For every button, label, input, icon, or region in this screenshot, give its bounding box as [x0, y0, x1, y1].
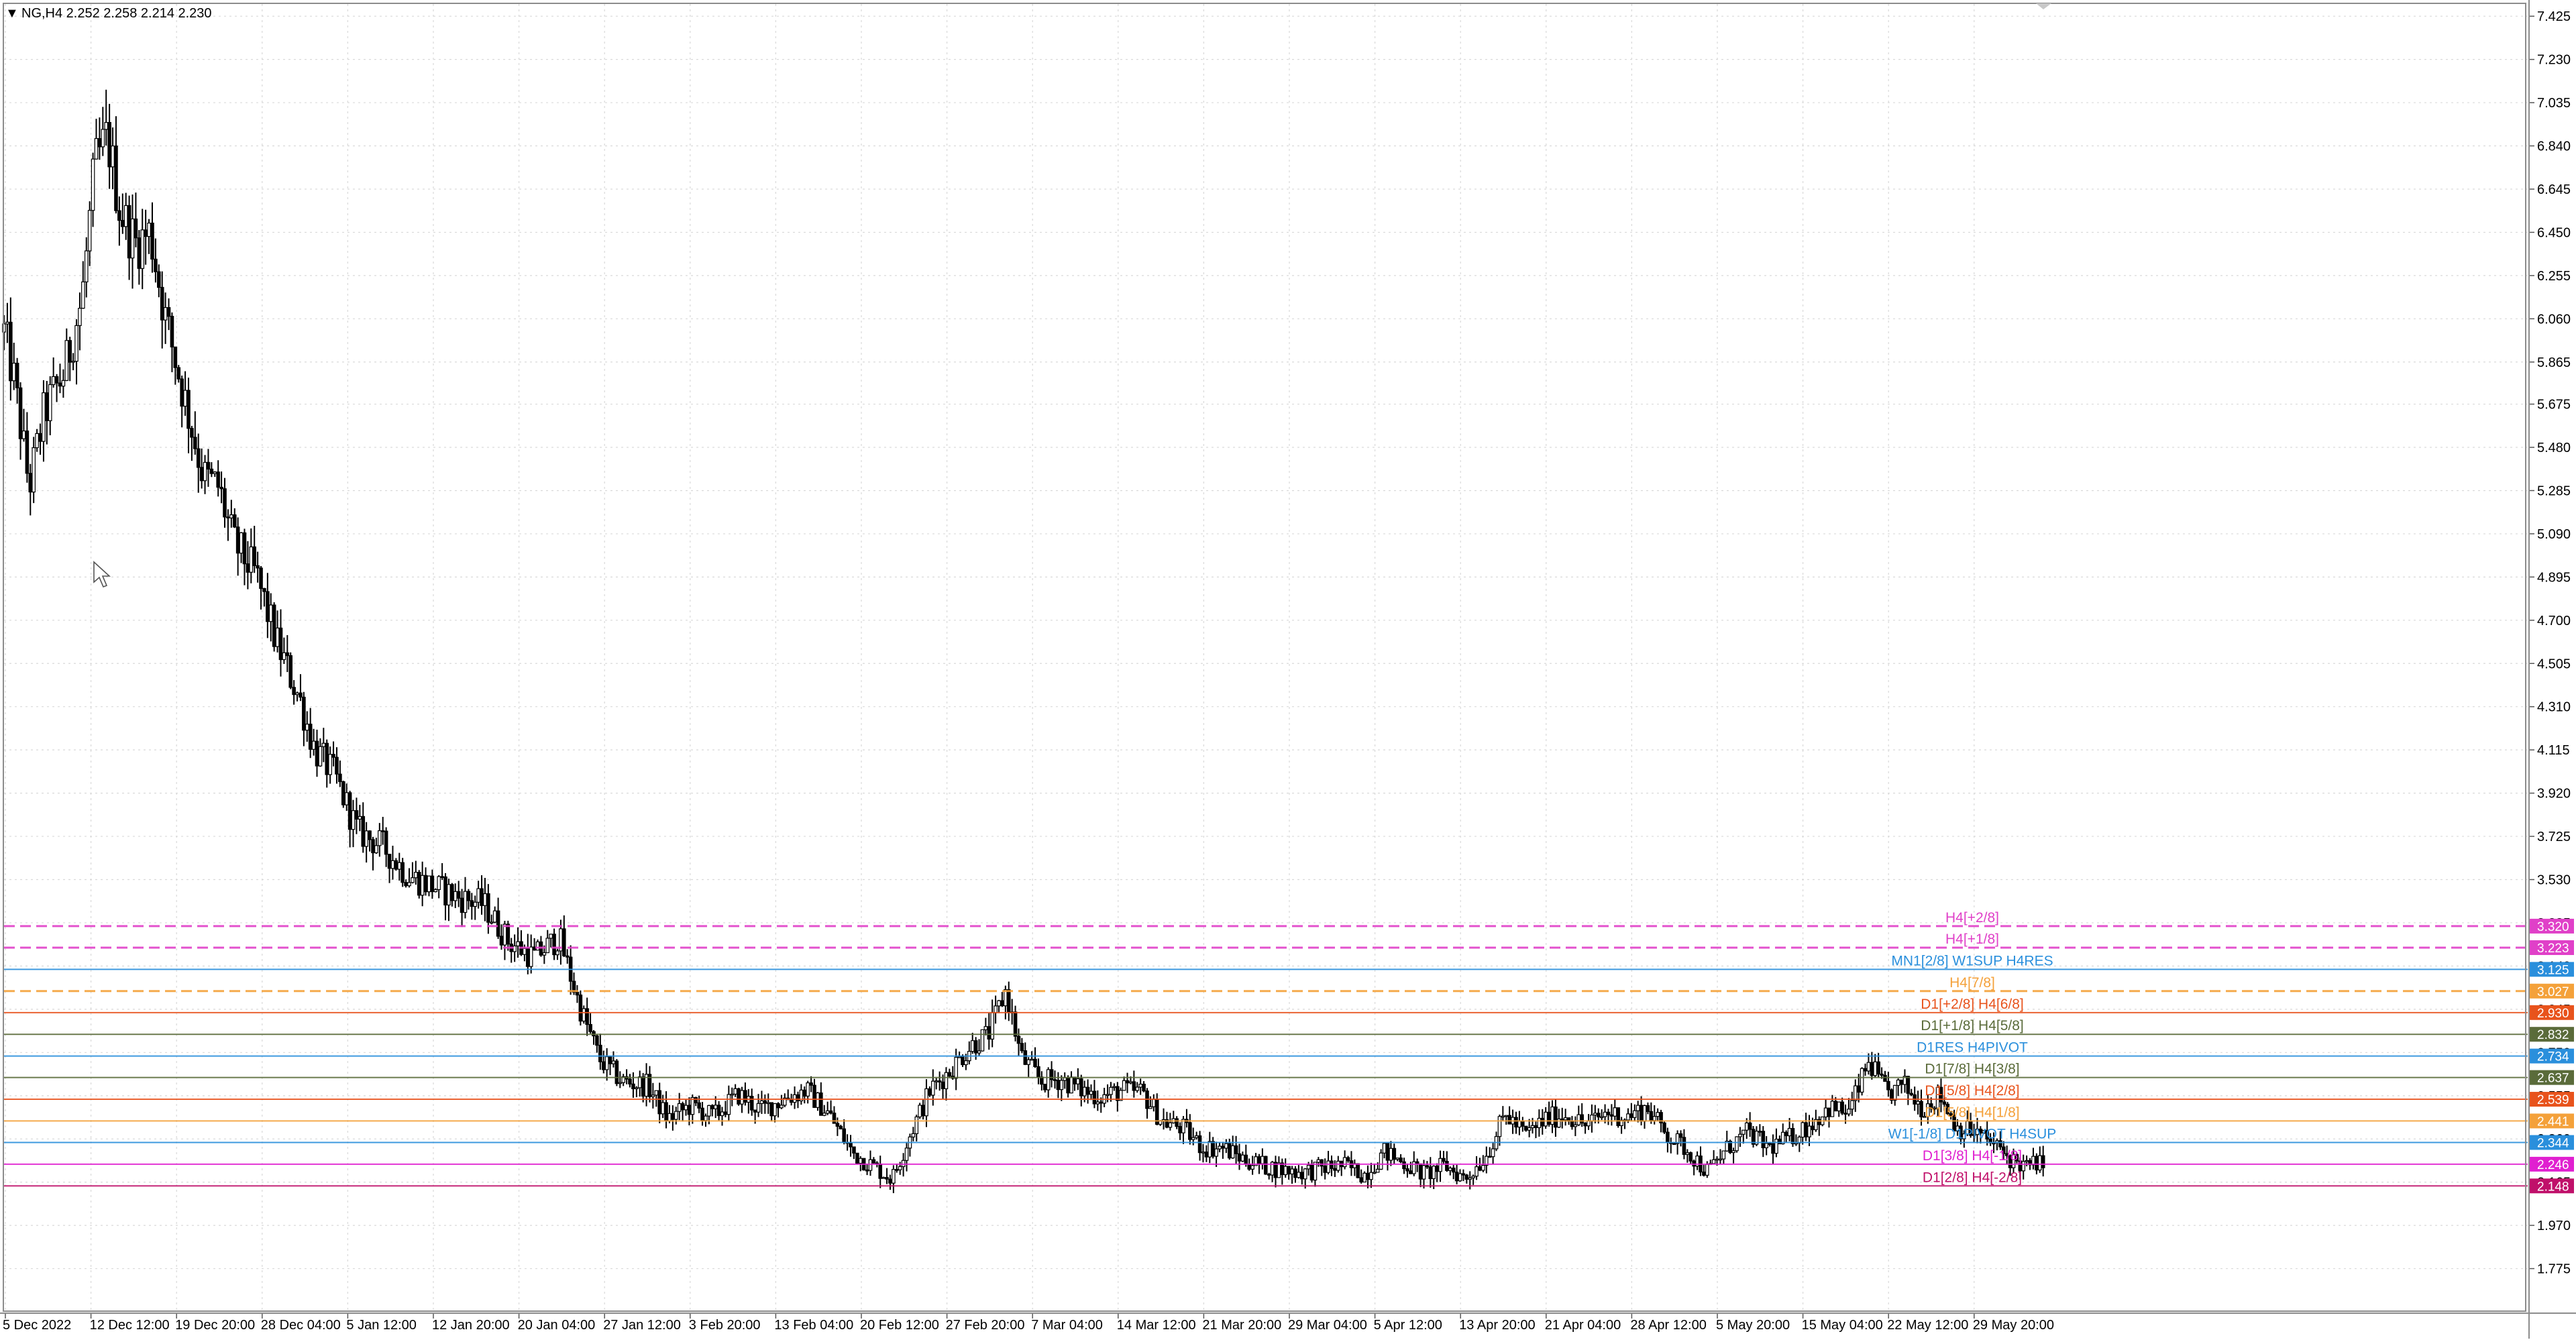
- price-tick-label: 3.530: [2537, 873, 2571, 888]
- time-tick-label: 27 Jan 12:00: [603, 1318, 681, 1333]
- level-label: D1[3/8] H4[-1/8]: [1923, 1148, 2022, 1164]
- price-tick-label: 6.450: [2537, 225, 2571, 240]
- level-label: D1[5/8] H4[1/8]: [1925, 1105, 2019, 1120]
- price-tick-label: 7.035: [2537, 96, 2571, 111]
- level-label: H4[+2/8]: [1945, 910, 1999, 926]
- price-tick-label: 3.725: [2537, 830, 2571, 844]
- time-tick-label: 29 May 20:00: [1973, 1318, 2054, 1333]
- price-badge-label: 2.637: [2537, 1072, 2569, 1086]
- price-tick-label: 4.505: [2537, 657, 2571, 671]
- dropdown-icon[interactable]: ▼: [5, 6, 19, 21]
- time-tick-label: 3 Feb 20:00: [689, 1318, 761, 1333]
- price-tick-label: 6.255: [2537, 269, 2571, 284]
- price-tick-label: 5.090: [2537, 527, 2571, 542]
- time-tick-label: 13 Apr 20:00: [1459, 1318, 1535, 1333]
- time-tick-label: 5 Dec 2022: [3, 1318, 71, 1333]
- time-tick-label: 5 Jan 12:00: [346, 1318, 417, 1333]
- candle: [1735, 1136, 1739, 1153]
- price-tick-label: 6.840: [2537, 139, 2571, 154]
- time-tick-label: 12 Dec 12:00: [90, 1318, 170, 1333]
- time-tick-label: 27 Feb 20:00: [946, 1318, 1025, 1333]
- price-badge-label: 2.832: [2537, 1028, 2569, 1042]
- level-label: D1[5/8] H4[2/8]: [1925, 1083, 2019, 1099]
- price-tick-label: 7.230: [2537, 53, 2571, 68]
- time-tick-label: 13 Feb 04:00: [774, 1318, 853, 1333]
- time-tick-label: 19 Dec 20:00: [175, 1318, 255, 1333]
- level-label: MN1[2/8] W1SUP H4RES: [1891, 953, 2053, 968]
- price-tick-label: 6.645: [2537, 182, 2571, 197]
- price-tick-label: 5.865: [2537, 355, 2571, 370]
- time-tick-label: 21 Apr 04:00: [1545, 1318, 1621, 1333]
- candle: [1263, 1156, 1268, 1175]
- candle: [1362, 1171, 1366, 1183]
- price-chart[interactable]: H4[+2/8] H4[+1/8] MN1[2/8] W1SUP H4RES H4[7…: [0, 0, 2576, 1339]
- level-label: D1[2/8] H4[-2/8]: [1923, 1170, 2022, 1185]
- price-badge-label: 3.027: [2537, 985, 2569, 999]
- level-label: D1[+1/8] H4[5/8]: [1921, 1018, 2024, 1033]
- level-label: D1[7/8] H4[3/8]: [1925, 1062, 2019, 1077]
- candle: [400, 858, 405, 887]
- price-tick-label: 4.115: [2537, 743, 2570, 758]
- time-tick-label: 28 Apr 12:00: [1630, 1318, 1706, 1333]
- candle: [1728, 1139, 1732, 1154]
- price-tick-label: 1.970: [2537, 1219, 2571, 1233]
- level-label: W1[-1/8] D1PIVOT H4SUP: [1888, 1126, 2057, 1141]
- price-badge-label: 3.125: [2537, 963, 2569, 977]
- level-label: D1[+2/8] H4[6/8]: [1921, 997, 2024, 1012]
- price-tick-label: 6.060: [2537, 312, 2571, 327]
- price-badge-label: 2.148: [2537, 1180, 2569, 1194]
- price-badge-label: 2.344: [2537, 1136, 2569, 1150]
- time-tick-label: 7 Mar 04:00: [1031, 1318, 1103, 1333]
- candle: [1860, 1067, 1864, 1096]
- level-label: H4[+1/8]: [1945, 932, 1999, 947]
- candle: [737, 1087, 741, 1106]
- symbol-info: NG,H4 2.252 2.258 2.214 2.230: [21, 6, 212, 21]
- chart-root: H4[+2/8] H4[+1/8] MN1[2/8] W1SUP H4RES H4[7…: [0, 0, 2576, 1339]
- price-tick-label: 5.285: [2537, 484, 2571, 498]
- candle: [980, 1029, 985, 1052]
- candle: [1662, 1121, 1666, 1134]
- time-tick-label: 12 Jan 20:00: [432, 1318, 510, 1333]
- time-tick-label: 21 Mar 20:00: [1202, 1318, 1281, 1333]
- price-badge-label: 2.930: [2537, 1007, 2569, 1021]
- candle: [918, 1103, 922, 1119]
- price-tick-label: 1.775: [2537, 1262, 2571, 1277]
- time-tick-label: 15 May 04:00: [1802, 1318, 1883, 1333]
- candle: [288, 652, 293, 689]
- time-tick-label: 14 Mar 12:00: [1117, 1318, 1196, 1333]
- candle: [272, 602, 276, 652]
- candle: [1751, 1125, 1756, 1148]
- price-tick-label: 3.920: [2537, 787, 2571, 801]
- time-tick-label: 20 Jan 04:00: [518, 1318, 596, 1333]
- level-label: D1RES H4PIVOT: [1917, 1040, 2028, 1056]
- candle: [614, 1059, 619, 1086]
- candle: [417, 870, 421, 899]
- candle: [1616, 1107, 1621, 1128]
- candle: [1356, 1163, 1360, 1178]
- time-tick-label: 29 Mar 04:00: [1288, 1318, 1367, 1333]
- price-tick-label: 4.895: [2537, 570, 2571, 585]
- price-tick-label: 4.310: [2537, 700, 2571, 715]
- price-tick-label: 5.675: [2537, 398, 2571, 412]
- time-tick-label: 20 Feb 12:00: [860, 1318, 939, 1333]
- time-tick-label: 5 May 20:00: [1716, 1318, 1790, 1333]
- price-tick-label: 7.425: [2537, 9, 2571, 24]
- price-tick-label: 4.700: [2537, 614, 2571, 628]
- price-badge-label: 2.441: [2537, 1115, 2569, 1129]
- time-tick-label: 28 Dec 04:00: [261, 1318, 341, 1333]
- price-badge-label: 2.539: [2537, 1093, 2569, 1107]
- price-badge-label: 3.223: [2537, 942, 2569, 956]
- candle: [341, 781, 345, 808]
- candle: [855, 1152, 859, 1165]
- level-label: H4[7/8]: [1949, 975, 1995, 991]
- candle: [578, 990, 583, 1026]
- time-tick-label: 22 May 12:00: [1887, 1318, 1968, 1333]
- chart-background: [0, 0, 2576, 1339]
- price-badge-label: 2.246: [2537, 1158, 2569, 1172]
- time-tick-label: 5 Apr 12:00: [1374, 1318, 1442, 1333]
- price-tick-label: 5.480: [2537, 441, 2571, 455]
- price-badge-label: 2.734: [2537, 1050, 2569, 1064]
- price-badge-label: 3.320: [2537, 920, 2569, 934]
